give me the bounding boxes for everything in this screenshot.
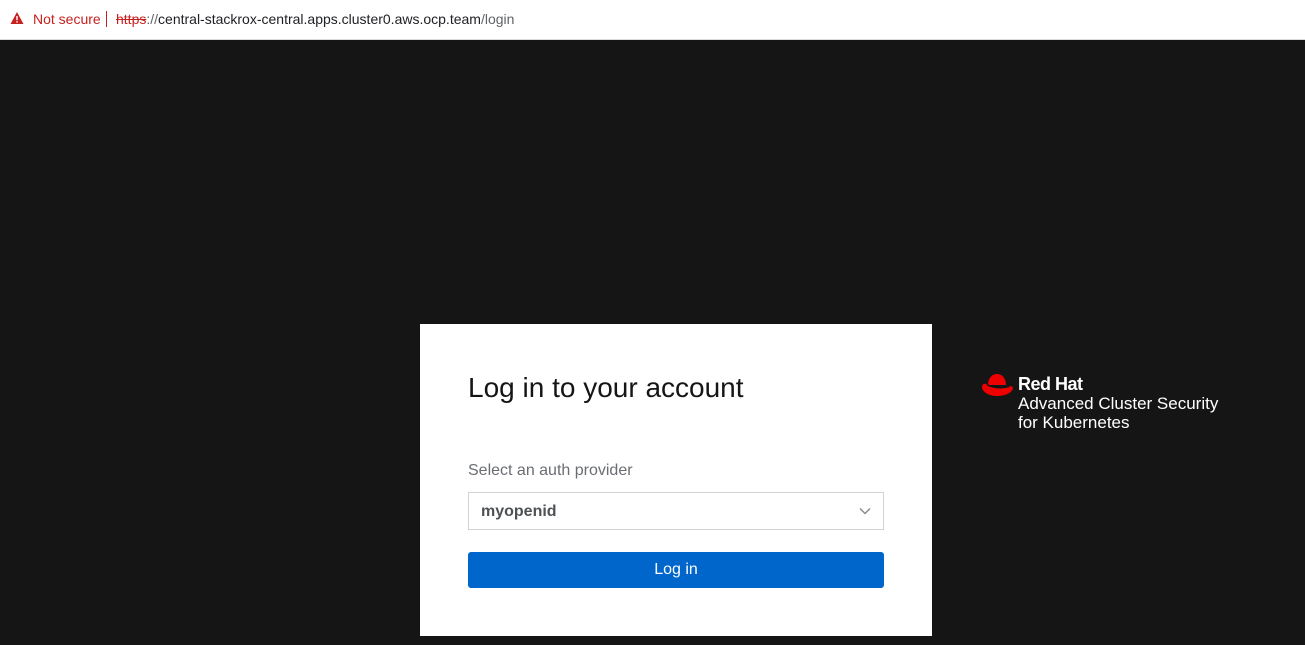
login-button[interactable]: Log in xyxy=(468,552,884,588)
warning-icon[interactable] xyxy=(10,11,24,25)
login-page: Log in to your account Select an auth pr… xyxy=(0,40,1305,645)
url-scheme: https xyxy=(116,11,147,27)
product-name: Advanced Cluster Security xyxy=(1018,394,1219,413)
brand-name: Red Hat xyxy=(1018,374,1083,394)
auth-provider-label: Select an auth provider xyxy=(468,462,633,479)
divider xyxy=(106,11,107,27)
security-status[interactable]: Not secure xyxy=(33,11,101,27)
url-host: central-stackrox-central.apps.cluster0.a… xyxy=(158,11,481,27)
product-subtitle: for Kubernetes xyxy=(1018,413,1130,432)
url-path: /login xyxy=(480,11,515,27)
url-field[interactable]: https://central-stackrox-central.apps.cl… xyxy=(116,11,514,27)
page-title: Log in to your account xyxy=(468,372,744,403)
browser-address-bar: Not secure https://central-stackrox-cent… xyxy=(0,0,1305,40)
auth-provider-select[interactable]: myopenid xyxy=(468,492,884,530)
auth-provider-value: myopenid xyxy=(481,503,557,520)
brand-logo: Red Hat Advanced Cluster Security for Ku… xyxy=(980,372,1280,442)
red-hat-icon xyxy=(982,374,1013,396)
login-card: Log in to your account Select an auth pr… xyxy=(420,324,932,636)
url-separator: :// xyxy=(146,11,159,27)
chevron-down-icon xyxy=(859,507,871,515)
